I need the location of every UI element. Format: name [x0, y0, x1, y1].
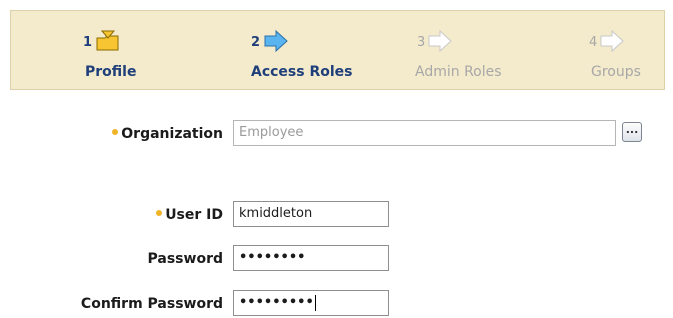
required-indicator: [112, 129, 119, 135]
password-field[interactable]: ••••••••: [233, 245, 389, 271]
text-cursor: [314, 294, 316, 311]
step-number: 1: [83, 35, 93, 50]
step-label: Access Roles: [251, 64, 353, 80]
required-indicator: [156, 210, 163, 216]
wizard-step-groups[interactable]: 4 Groups: [587, 11, 657, 91]
step-number: 3: [417, 35, 426, 50]
organization-row: Organization Employee ...: [0, 120, 673, 148]
password-row: Password ••••••••: [0, 245, 673, 273]
step-number: 2: [251, 35, 261, 50]
confirm-password-label: Confirm Password: [80, 296, 223, 312]
step-label: Groups: [591, 64, 641, 80]
user-wizard-page: 1 Profile 2 Access Roles 3 Admin Roles 4…: [0, 0, 673, 318]
wizard-step-access-roles[interactable]: 2 Access Roles: [247, 11, 377, 91]
organization-field[interactable]: Employee: [233, 120, 616, 146]
confirm-password-value: •••••••••: [239, 295, 314, 310]
password-label: Password: [147, 251, 223, 267]
wizard-step-admin-roles[interactable]: 3 Admin Roles: [411, 11, 521, 91]
arrow-right-icon: [263, 29, 289, 53]
wizard-step-profile[interactable]: 1 Profile: [77, 11, 157, 91]
organization-label: Organization: [112, 125, 223, 143]
folder-arrow-icon: [95, 29, 121, 53]
user-id-row: User ID kmiddleton: [0, 201, 673, 229]
arrow-right-icon: [599, 29, 625, 53]
user-id-field[interactable]: kmiddleton: [233, 201, 389, 227]
arrow-right-icon: [427, 29, 453, 53]
confirm-password-row: Confirm Password •••••••••: [0, 290, 673, 318]
user-id-label: User ID: [156, 206, 223, 224]
wizard-steps-bar: 1 Profile 2 Access Roles 3 Admin Roles 4…: [10, 10, 665, 90]
confirm-password-field[interactable]: •••••••••: [233, 290, 389, 316]
step-label: Profile: [85, 64, 137, 80]
step-label: Admin Roles: [415, 64, 502, 80]
organization-lookup-button[interactable]: ...: [622, 122, 642, 142]
step-number: 4: [589, 35, 598, 50]
